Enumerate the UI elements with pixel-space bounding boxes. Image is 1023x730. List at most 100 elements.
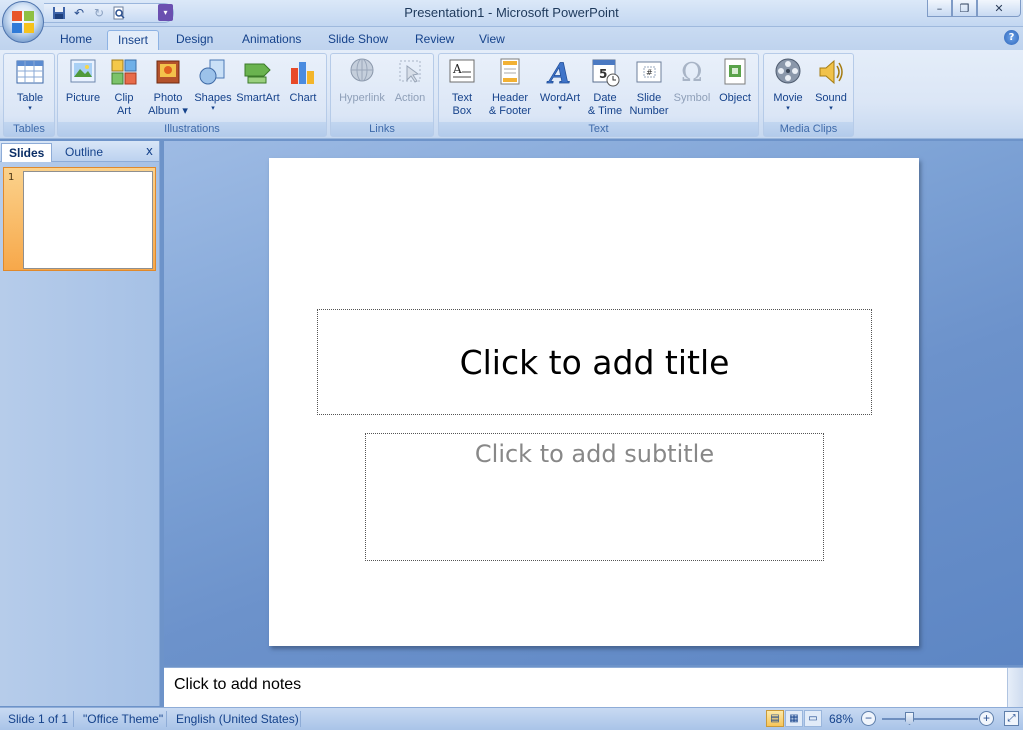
hyperlink-label: Hyperlink [339, 92, 385, 104]
date-time-button[interactable]: 5 Date & Time [585, 56, 625, 118]
object-label: Object [719, 92, 751, 104]
tab-outline[interactable]: Outline [58, 143, 110, 162]
group-label-media-clips: Media Clips [764, 122, 853, 136]
notes-pane[interactable]: Click to add notes [164, 667, 1023, 708]
status-separator [166, 711, 167, 727]
shapes-button[interactable]: Shapes ▾ [192, 56, 234, 113]
slide-number-icon: # [633, 56, 665, 88]
wordart-label: WordArt [539, 92, 581, 104]
omega-icon: Ω [676, 56, 708, 88]
object-button[interactable]: Object [715, 56, 755, 105]
group-label-tables: Tables [4, 122, 54, 136]
window-title: Presentation1 - Microsoft PowerPoint [404, 5, 619, 20]
text-box-button[interactable]: A Text Box [444, 56, 480, 118]
minimize-button[interactable]: – [927, 0, 952, 17]
slide-canvas[interactable]: Click to add title Click to add subtitle [269, 158, 919, 646]
photo-album-label-2: Album ▾ [148, 105, 188, 117]
group-label-text: Text [439, 122, 758, 136]
smartart-button[interactable]: SmartArt [234, 56, 282, 105]
notes-scrollbar[interactable] [1007, 668, 1023, 708]
movie-label: Movie [773, 92, 803, 104]
subtitle-placeholder[interactable]: Click to add subtitle [365, 433, 824, 561]
date-time-label-1: Date [593, 92, 617, 104]
photo-album-button[interactable]: Photo Album ▾ [144, 56, 192, 118]
zoom-in-icon[interactable]: + [979, 711, 994, 726]
office-logo-icon [12, 11, 34, 33]
shapes-caret: ▾ [211, 105, 215, 112]
table-caret: ▾ [28, 105, 32, 112]
smartart-label: SmartArt [236, 92, 280, 104]
symbol-button[interactable]: Ω Symbol [671, 56, 713, 105]
group-tables: Table ▾ Tables [3, 53, 55, 137]
tab-design[interactable]: Design [166, 30, 223, 50]
clip-art-icon [108, 56, 140, 88]
group-text: A Text Box Header & Footer A WordArt ▾ 5… [438, 53, 759, 137]
notes-placeholder[interactable]: Click to add notes [174, 676, 301, 694]
zoom-slider-thumb[interactable] [905, 712, 914, 725]
chart-button[interactable]: Chart [284, 56, 322, 105]
help-icon[interactable]: ? [1004, 30, 1019, 45]
title-bar: ↶ ↻ ▾ Presentation1 - Microsoft PowerPoi… [0, 0, 1023, 27]
slide-thumbnail-selected[interactable]: 1 [3, 167, 156, 271]
title-placeholder[interactable]: Click to add title [317, 309, 872, 415]
globe-icon [346, 56, 378, 88]
group-media-clips: Movie ▾ Sound ▾ Media Clips [763, 53, 854, 137]
photo-album-label-1: Photo [153, 92, 183, 104]
close-button[interactable]: ✕ [977, 0, 1021, 17]
header-footer-button[interactable]: Header & Footer [483, 56, 537, 118]
picture-button[interactable]: Picture [61, 56, 105, 105]
header-footer-icon [494, 56, 526, 88]
group-label-illustrations: Illustrations [58, 122, 326, 136]
theme-status[interactable]: "Office Theme" [83, 712, 163, 726]
text-box-label-1: Text [451, 92, 473, 104]
table-label: Table [16, 92, 44, 104]
movie-button[interactable]: Movie ▾ [767, 56, 809, 113]
normal-view-icon[interactable]: ▤ [766, 710, 784, 727]
tab-view[interactable]: View [469, 30, 515, 50]
wordart-caret: ▾ [558, 105, 562, 112]
zoom-level[interactable]: 68% [829, 712, 853, 726]
group-label-links: Links [331, 122, 433, 136]
office-button[interactable] [2, 1, 44, 43]
tab-review[interactable]: Review [405, 30, 464, 50]
date-time-label-2: & Time [587, 105, 623, 117]
tab-home[interactable]: Home [50, 30, 102, 50]
hyperlink-button[interactable]: Hyperlink [335, 56, 389, 105]
table-icon [14, 56, 46, 88]
slides-pane: Slides Outline x 1 [0, 141, 160, 706]
zoom-slider-track[interactable] [882, 718, 978, 720]
chart-label: Chart [289, 92, 317, 104]
symbol-label: Symbol [673, 92, 711, 104]
picture-icon [67, 56, 99, 88]
fit-to-window-icon[interactable]: ⤢ [1004, 711, 1019, 726]
clip-art-button[interactable]: Clip Art [106, 56, 142, 118]
sound-button[interactable]: Sound ▾ [810, 56, 852, 113]
photo-album-icon [152, 56, 184, 88]
svg-text:Ω: Ω [681, 58, 703, 88]
shapes-icon [197, 56, 229, 88]
smartart-icon [242, 56, 274, 88]
film-reel-icon [772, 56, 804, 88]
clip-art-label-1: Clip [114, 92, 134, 104]
zoom-out-icon[interactable]: − [861, 711, 876, 726]
tab-slide-show[interactable]: Slide Show [318, 30, 398, 50]
slide-editing-area: Click to add title Click to add subtitle [164, 141, 1023, 665]
movie-caret: ▾ [786, 105, 790, 112]
slide-number-button[interactable]: # Slide Number [627, 56, 671, 118]
slide-number-label-2: Number [629, 105, 669, 117]
svg-text:A: A [452, 62, 462, 76]
slide-number-label-1: Slide [636, 92, 662, 104]
tab-insert[interactable]: Insert [107, 30, 160, 50]
slide-sorter-view-icon[interactable]: ▦ [785, 710, 803, 727]
language-status[interactable]: English (United States) [176, 712, 299, 726]
close-pane-icon[interactable]: x [146, 144, 153, 158]
slide-show-view-icon[interactable]: ▭ [804, 710, 822, 727]
wordart-button[interactable]: A WordArt ▾ [537, 56, 583, 113]
tab-slides[interactable]: Slides [1, 143, 53, 162]
tab-animations[interactable]: Animations [232, 30, 311, 50]
sound-caret: ▾ [829, 105, 833, 112]
restore-button[interactable]: ❐ [952, 0, 977, 17]
slide-thumbnail[interactable] [23, 171, 153, 269]
action-button[interactable]: Action [389, 56, 431, 105]
table-button[interactable]: Table ▾ [8, 56, 52, 113]
